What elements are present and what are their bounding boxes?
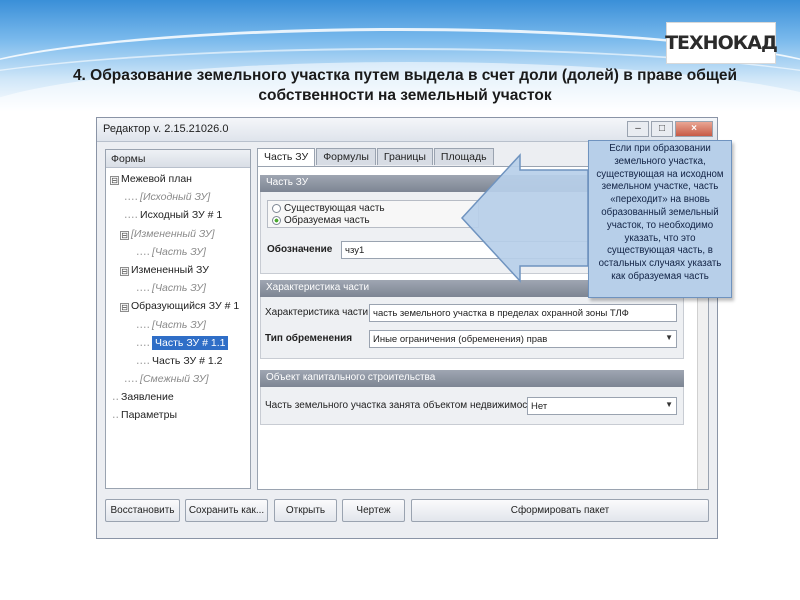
tab-formulas[interactable]: Формулы bbox=[316, 148, 376, 165]
radio-icon[interactable] bbox=[272, 204, 281, 213]
tree-item-part-1-1[interactable]: ‥‥ Часть ЗУ # 1.1 bbox=[106, 334, 250, 352]
logo-text: ТЕХНОКАД bbox=[665, 32, 778, 54]
tree-item-part-1-2[interactable]: ‥‥ Часть ЗУ # 1.2 bbox=[106, 352, 250, 370]
open-button[interactable]: Открыть bbox=[274, 499, 337, 522]
callout-note: Если при образовании земельного участка,… bbox=[588, 140, 732, 298]
part-type-radio-group: Существующая часть Образуемая часть bbox=[267, 200, 479, 228]
tree-item-boundary-plan[interactable]: ⊟ Межевой план bbox=[106, 170, 250, 188]
slide-title: 4. Образование земельного участка путем … bbox=[72, 67, 738, 104]
occupied-select[interactable]: Нет ▼ bbox=[527, 397, 677, 415]
build-package-button[interactable]: Сформировать пакет bbox=[411, 499, 709, 522]
window-controls: – □ × bbox=[627, 121, 713, 137]
window-titlebar: Редактор v. 2.15.21026.0 – □ × bbox=[97, 118, 717, 142]
drawing-button[interactable]: Чертеж bbox=[342, 499, 405, 522]
section-header-capital-object: Объект капитального строительства bbox=[260, 370, 684, 387]
tree-item-adjacent-plot-placeholder[interactable]: ‥‥ [Смежный ЗУ] bbox=[106, 370, 250, 388]
tab-bar: Часть ЗУ Формулы Границы Площадь bbox=[257, 148, 495, 167]
tree-item-application[interactable]: ‥ Заявление bbox=[106, 388, 250, 406]
radio-selected-icon[interactable] bbox=[272, 216, 281, 225]
section-characteristic: Характеристика части часть земельного уч… bbox=[260, 297, 684, 359]
callout-text: Если при образовании земельного участка,… bbox=[596, 143, 724, 282]
tree-item-part-placeholder[interactable]: ‥‥ [Часть ЗУ] bbox=[106, 316, 250, 334]
tab-borders[interactable]: Границы bbox=[376, 148, 433, 165]
tab-land-part[interactable]: Часть ЗУ bbox=[257, 148, 316, 167]
collapse-icon[interactable]: ⊟ bbox=[110, 176, 119, 185]
tree-item-changed-plot-placeholder[interactable]: ⊟ [Измененный ЗУ] bbox=[106, 225, 250, 243]
collapse-icon[interactable]: ⊟ bbox=[120, 230, 129, 240]
dropdown-arrow-icon[interactable]: ▼ bbox=[665, 333, 673, 342]
maximize-button[interactable]: □ bbox=[651, 121, 673, 137]
encumbrance-type-select[interactable]: Иные ограничения (обременения) прав ▼ bbox=[369, 330, 677, 348]
company-logo: ТЕХНОКАД bbox=[665, 22, 778, 64]
save-as-button[interactable]: Сохранить как... bbox=[185, 499, 268, 522]
tab-area[interactable]: Площадь bbox=[433, 148, 494, 165]
radio-forming-part[interactable]: Образуемая часть bbox=[272, 215, 370, 226]
collapse-icon[interactable]: ⊟ bbox=[120, 303, 129, 313]
occupied-label: Часть земельного участка занята объектом… bbox=[265, 400, 538, 411]
tree-list: ⊟ Межевой план ‥‥ [Исходный ЗУ] ‥‥ Исходный… bbox=[106, 168, 250, 425]
tree-header: Формы bbox=[106, 150, 250, 168]
tree-item-parameters[interactable]: ‥ Параметры bbox=[106, 406, 250, 424]
tree-item-part-placeholder[interactable]: ‥‥ [Часть ЗУ] bbox=[106, 279, 250, 297]
tree-item-source-plot-1[interactable]: ‥‥ Исходный ЗУ # 1 bbox=[106, 206, 250, 224]
encumbrance-type-label: Тип обременения bbox=[265, 333, 353, 344]
tree-item-forming-plot-1[interactable]: ⊟ Образующийся ЗУ # 1 bbox=[106, 297, 250, 315]
characteristic-label: Характеристика части bbox=[265, 307, 369, 318]
close-button[interactable]: × bbox=[675, 121, 713, 137]
restore-button[interactable]: Восстановить bbox=[105, 499, 180, 522]
tree-item-part-placeholder[interactable]: ‥‥ [Часть ЗУ] bbox=[106, 243, 250, 261]
forms-tree: Формы ⊟ Межевой план ‥‥ [Исходный ЗУ] ‥‥ Ис… bbox=[105, 149, 251, 489]
collapse-icon[interactable]: ⊟ bbox=[120, 266, 129, 276]
window-title: Редактор v. 2.15.21026.0 bbox=[103, 123, 229, 135]
section-capital-object: Часть земельного участка занята объектом… bbox=[260, 387, 684, 425]
tree-item-source-plot-placeholder[interactable]: ‥‥ [Исходный ЗУ] bbox=[106, 188, 250, 206]
dropdown-arrow-icon[interactable]: ▼ bbox=[665, 400, 673, 409]
minimize-button[interactable]: – bbox=[627, 121, 649, 137]
characteristic-input[interactable]: часть земельного участка в пределах охра… bbox=[369, 304, 677, 322]
tree-item-changed-plot[interactable]: ⊟ Измененный ЗУ bbox=[106, 261, 250, 279]
radio-existing-part[interactable]: Существующая часть bbox=[272, 203, 385, 214]
designation-label: Обозначение bbox=[267, 244, 333, 255]
